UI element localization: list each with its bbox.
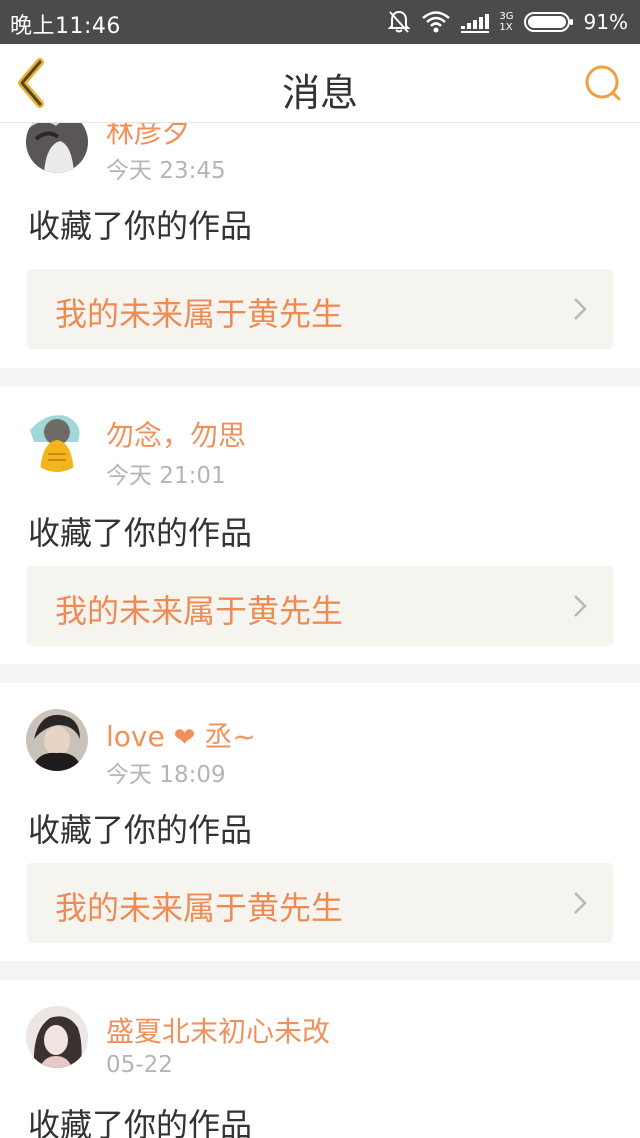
user-name[interactable]: 盛夏北末初心未改 [106, 1010, 330, 1050]
message-card: love ❤ 丞~ 今天 18:09 收藏了你的作品 我的未来属于黄先生 [0, 683, 640, 961]
status-time: 晚上11:46 [10, 14, 121, 39]
status-icons: 3G 1X 91% [387, 6, 628, 38]
action-text: 收藏了你的作品 [28, 1106, 253, 1138]
heart-icon: ❤ [173, 723, 196, 753]
search-icon [585, 65, 621, 101]
user-name[interactable]: 勿念，勿思 [106, 414, 246, 454]
action-text: 收藏了你的作品 [28, 811, 253, 849]
chevron-right-icon [574, 595, 587, 617]
user-name[interactable]: 林彦夕 [106, 123, 190, 151]
network-type: 3G 1X [499, 11, 514, 33]
message-card: 林彦夕 今天 23:45 收藏了你的作品 我的未来属于黄先生 [0, 123, 640, 368]
chevron-right-icon [574, 298, 587, 320]
message-card: 勿念，勿思 今天 21:01 收藏了你的作品 我的未来属于黄先生 [0, 386, 640, 664]
work-link[interactable]: 我的未来属于黄先生 [27, 269, 613, 349]
message-time: 今天 23:45 [106, 158, 226, 184]
message-time: 今天 21:01 [106, 463, 226, 489]
title-bar: 消息 [0, 44, 640, 123]
work-link[interactable]: 我的未来属于黄先生 [27, 863, 613, 943]
work-title: 我的未来属于黄先生 [55, 889, 344, 927]
search-button[interactable] [582, 62, 624, 104]
status-bar: 晚上11:46 3G 1X 91% [0, 0, 640, 44]
wifi-icon [421, 10, 451, 34]
user-name-suffix: 丞~ [204, 720, 256, 753]
battery-percent: 91% [583, 10, 628, 34]
action-text: 收藏了你的作品 [28, 207, 253, 245]
avatar[interactable] [26, 410, 88, 472]
avatar[interactable] [26, 1006, 88, 1068]
signal-icon [461, 11, 495, 33]
message-time: 今天 18:09 [106, 762, 226, 788]
work-title: 我的未来属于黄先生 [55, 295, 344, 333]
avatar[interactable] [26, 709, 88, 771]
message-list[interactable]: 林彦夕 今天 23:45 收藏了你的作品 我的未来属于黄先生 勿念，勿思 今天 … [0, 123, 640, 1138]
bell-off-icon [387, 9, 411, 35]
message-time: 05-22 [106, 1052, 173, 1078]
work-link[interactable]: 我的未来属于黄先生 [27, 566, 613, 646]
message-card: 盛夏北末初心未改 05-22 收藏了你的作品 [0, 980, 640, 1138]
action-text: 收藏了你的作品 [28, 514, 253, 552]
chevron-right-icon [574, 892, 587, 914]
battery-icon [523, 11, 574, 33]
user-name-prefix: love [106, 720, 165, 753]
user-name[interactable]: love ❤ 丞~ [106, 715, 256, 755]
avatar[interactable] [26, 123, 88, 173]
page-title: 消息 [281, 71, 358, 115]
work-title: 我的未来属于黄先生 [55, 592, 344, 630]
